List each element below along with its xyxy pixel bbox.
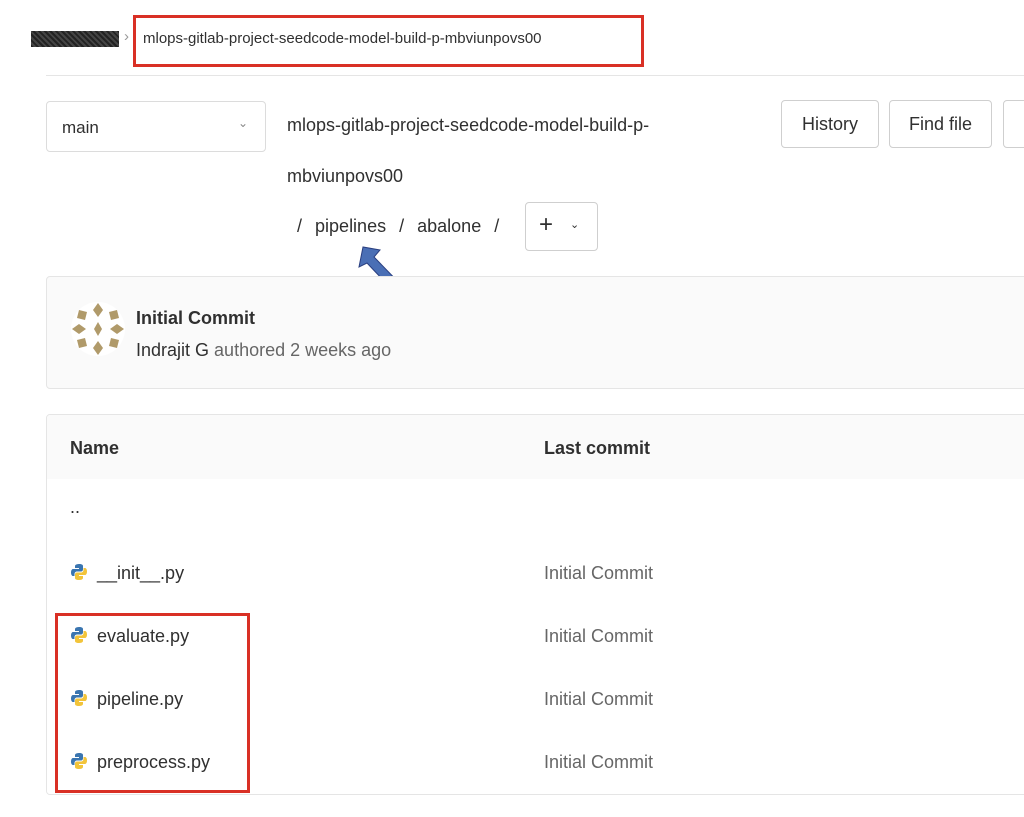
last-commit-panel: [46, 276, 1024, 389]
path-separator: /: [399, 216, 405, 236]
breadcrumb-highlight-box: [133, 15, 644, 67]
table-row[interactable]: __init__.py Initial Commit: [47, 542, 1024, 606]
branch-dropdown[interactable]: main ⌄: [46, 101, 266, 152]
path-project-link-continued[interactable]: mbviunpovs00: [287, 166, 403, 187]
python-file-icon: [71, 564, 87, 580]
commit-authored-text: authored 2 weeks ago: [214, 340, 392, 360]
history-button[interactable]: History: [781, 100, 879, 148]
commit-title-link[interactable]: Initial Commit: [136, 308, 255, 329]
column-header-name: Name: [70, 438, 120, 458]
file-name-link[interactable]: __init__.py: [97, 563, 184, 584]
plus-icon: +: [539, 211, 554, 238]
path-separator: /: [297, 216, 303, 236]
table-row-parent[interactable]: ..: [47, 479, 1024, 543]
file-last-commit-link[interactable]: Initial Commit: [544, 752, 653, 773]
path-segment-abalone[interactable]: abalone: [417, 216, 481, 236]
file-last-commit-link[interactable]: Initial Commit: [544, 563, 653, 584]
chevron-down-icon: ⌄: [570, 219, 580, 231]
path-project-link[interactable]: mlops-gitlab-project-seedcode-model-buil…: [287, 115, 649, 136]
file-last-commit-link[interactable]: Initial Commit: [544, 626, 653, 647]
column-header-last-commit: Last commit: [544, 438, 651, 458]
avatar[interactable]: [69, 300, 127, 358]
more-actions-button[interactable]: [1003, 100, 1024, 148]
add-to-tree-button[interactable]: + ⌄: [525, 202, 598, 251]
path-separator: /: [494, 216, 500, 236]
breadcrumb-separator: ›: [124, 28, 129, 45]
file-last-commit-link[interactable]: Initial Commit: [544, 689, 653, 710]
path-segments: / pipelines / abalone /: [297, 216, 507, 237]
repository-file-browser: › mlops-gitlab-project-seedcode-model-bu…: [0, 0, 1024, 817]
header-divider: [46, 75, 1024, 76]
find-file-button[interactable]: Find file: [889, 100, 992, 148]
commit-meta: Indrajit G authored 2 weeks ago: [136, 340, 391, 361]
commit-author-link[interactable]: Indrajit G: [136, 340, 209, 360]
chevron-down-icon: ⌄: [237, 116, 248, 130]
branch-label: main: [62, 118, 99, 137]
redacted-group-name: [31, 31, 119, 47]
files-highlight-box: [55, 613, 250, 793]
path-segment-pipelines[interactable]: pipelines: [315, 216, 386, 236]
parent-directory-link[interactable]: ..: [70, 497, 80, 518]
table-header: Name Last commit: [47, 415, 1024, 480]
